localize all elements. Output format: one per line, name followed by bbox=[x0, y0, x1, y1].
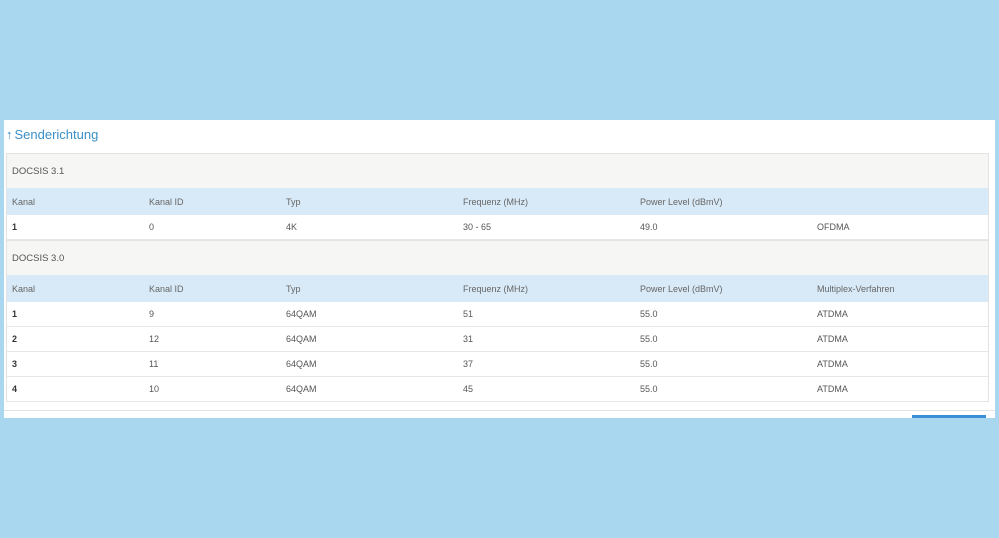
cell-typ: 4K bbox=[286, 222, 298, 232]
cell-power-level: 55.0 bbox=[640, 309, 658, 319]
col-header: Typ bbox=[286, 196, 301, 207]
cell-frequenz: 37 bbox=[463, 359, 474, 369]
col-header: Frequenz (MHz) bbox=[463, 196, 529, 207]
cell-typ: 64QAM bbox=[286, 359, 317, 369]
table-row: 1 9 64QAM 51 55.0 ATDMA bbox=[7, 302, 988, 327]
cell-kanal-id: 10 bbox=[149, 384, 160, 394]
table-row: 1 0 4K 30 - 65 49.0 OFDMA bbox=[7, 215, 988, 240]
col-header: Frequenz (MHz) bbox=[463, 283, 529, 294]
cell-typ: 64QAM bbox=[286, 334, 317, 344]
cell-frequenz: 51 bbox=[463, 309, 474, 319]
cell-multiplex: ATDMA bbox=[817, 384, 848, 394]
col-header: Multiplex-Verfahren bbox=[817, 283, 895, 294]
cell-power-level: 55.0 bbox=[640, 359, 658, 369]
upstream-panel: ↑ Senderichtung DOCSIS 3.1 Kanal Kanal ID… bbox=[4, 120, 995, 418]
cell-kanal: 1 bbox=[12, 222, 18, 232]
table-row: 3 11 64QAM 37 55.0 ATDMA bbox=[7, 352, 988, 377]
col-header: Kanal bbox=[12, 196, 36, 207]
col-header: Kanal bbox=[12, 283, 36, 294]
arrow-up-icon: ↑ bbox=[6, 127, 13, 142]
cell-frequenz: 30 - 65 bbox=[463, 222, 492, 232]
cell-typ: 64QAM bbox=[286, 309, 317, 319]
col-header: Power Level (dBmV) bbox=[640, 196, 723, 207]
cell-power-level: 49.0 bbox=[640, 222, 658, 232]
table-header-row: Kanal Kanal ID Typ Frequenz (MHz) Power … bbox=[7, 188, 988, 215]
table-header-row: Kanal Kanal ID Typ Frequenz (MHz) Power … bbox=[7, 275, 988, 302]
cell-kanal-id: 9 bbox=[149, 309, 155, 319]
cell-multiplex: ATDMA bbox=[817, 334, 848, 344]
table-row: 4 10 64QAM 45 55.0 ATDMA bbox=[7, 377, 988, 402]
action-button[interactable] bbox=[912, 415, 986, 418]
col-header: Power Level (dBmV) bbox=[640, 283, 723, 294]
col-header: Kanal ID bbox=[149, 196, 184, 207]
cell-kanal: 3 bbox=[12, 359, 18, 369]
group-header-docsis30: DOCSIS 3.0 bbox=[7, 240, 988, 275]
cell-kanal-id: 11 bbox=[149, 359, 159, 369]
section-title: ↑ Senderichtung bbox=[6, 127, 98, 142]
cell-kanal-id: 12 bbox=[149, 334, 160, 344]
cell-frequenz: 45 bbox=[463, 384, 474, 394]
cell-power-level: 55.0 bbox=[640, 384, 658, 394]
cell-kanal: 1 bbox=[12, 309, 18, 319]
section-title-text: Senderichtung bbox=[14, 127, 99, 142]
channel-table: DOCSIS 3.1 Kanal Kanal ID Typ Frequenz (… bbox=[6, 153, 989, 402]
divider bbox=[4, 410, 995, 411]
cell-kanal: 4 bbox=[12, 384, 18, 394]
col-header: Kanal ID bbox=[149, 283, 184, 294]
cell-kanal: 2 bbox=[12, 334, 18, 344]
cell-typ: 64QAM bbox=[286, 384, 317, 394]
table-row: 2 12 64QAM 31 55.0 ATDMA bbox=[7, 327, 988, 352]
cell-power-level: 55.0 bbox=[640, 334, 658, 344]
cell-kanal-id: 0 bbox=[149, 222, 155, 232]
cell-frequenz: 31 bbox=[463, 334, 474, 344]
group-header-docsis31: DOCSIS 3.1 bbox=[7, 153, 988, 188]
cell-multiplex: ATDMA bbox=[817, 359, 848, 369]
cell-multiplex: OFDMA bbox=[817, 222, 850, 232]
cell-multiplex: ATDMA bbox=[817, 309, 848, 319]
col-header: Typ bbox=[286, 283, 301, 294]
